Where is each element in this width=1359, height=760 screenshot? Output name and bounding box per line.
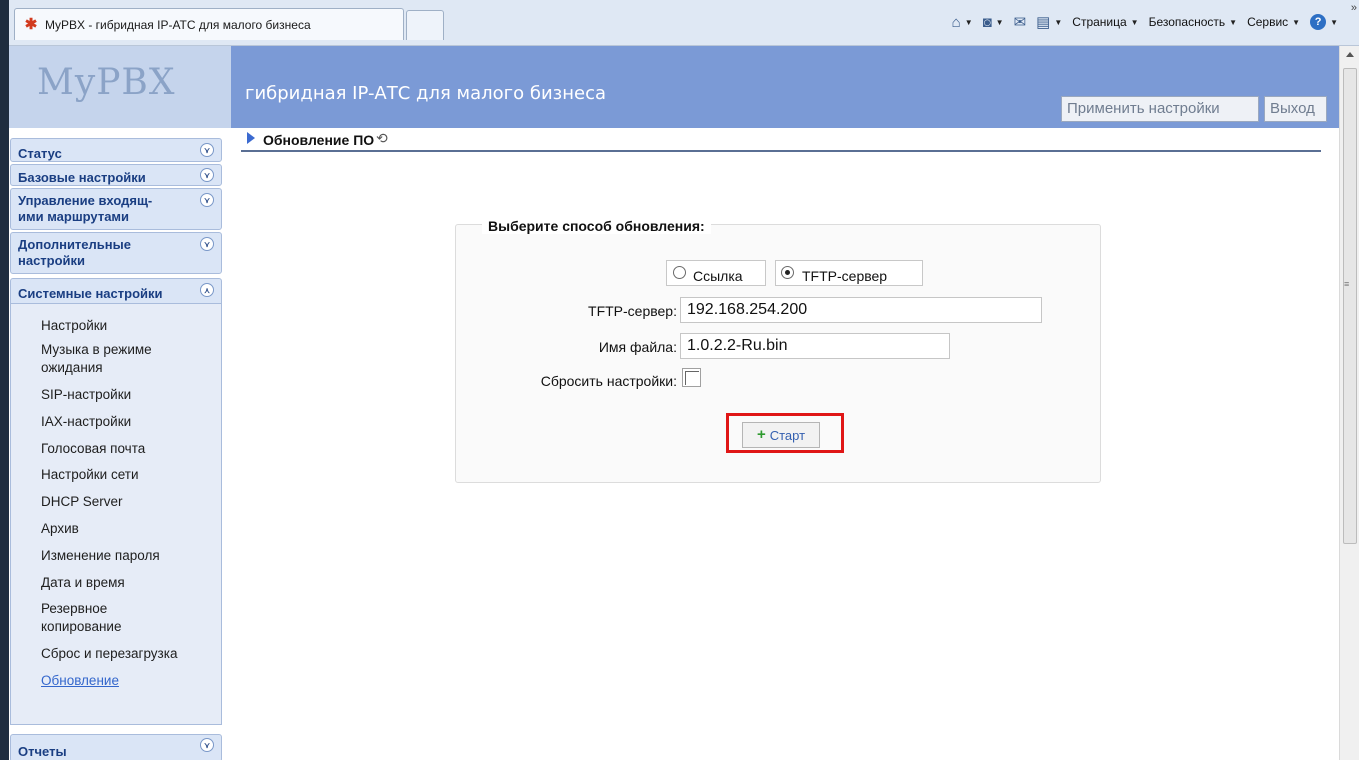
sidebar-item-backup[interactable]: копирование <box>41 618 121 635</box>
favicon-icon: ✱ <box>24 15 38 33</box>
sidebar-section-system[interactable]: Системные настройки ⋏ <box>10 278 222 304</box>
sidebar-section-label: Управление входящ- <box>18 193 153 208</box>
panel-title: Выберите способ обновления: <box>482 218 711 234</box>
arrow-right-icon <box>247 132 255 144</box>
print-icon: ▤ <box>1036 14 1051 31</box>
sidebar-item-dhcp[interactable]: DHCP Server <box>41 493 123 510</box>
sidebar-section-advanced[interactable]: Дополнительные настройки ⋎ <box>10 232 222 274</box>
scrollbar-thumb[interactable] <box>1343 68 1357 544</box>
sidebar-item-music-on-hold[interactable]: Музыка в режиме <box>41 341 152 358</box>
rss-icon: ◙ <box>982 13 992 31</box>
sidebar-section-status[interactable]: Статус ⋎ <box>10 138 222 162</box>
sidebar-section-label: Базовые настройки <box>18 170 146 185</box>
scroll-up-icon[interactable] <box>1346 52 1354 57</box>
sidebar-section-basic[interactable]: Базовые настройки ⋎ <box>10 164 222 186</box>
page-title: Обновление ПО <box>263 132 375 148</box>
tftp-server-input[interactable]: 192.168.254.200 <box>680 297 1042 323</box>
home-button[interactable]: ⌂ ▼ <box>947 12 978 32</box>
help-button[interactable]: ? ▼ <box>1305 12 1343 32</box>
mail-button[interactable]: ✉ <box>1009 12 1032 32</box>
app-header: MyPBX гибридная IP-АТС для малого бизнес… <box>9 46 1339 128</box>
radio-link-label: Ссылка <box>693 268 743 284</box>
menu-tools[interactable]: Сервис ▼ <box>1242 12 1305 32</box>
sidebar-section-label: Статус <box>18 146 62 161</box>
tab-title: MyPBX - гибридная IP-АТС для малого бизн… <box>45 17 311 32</box>
menu-tools-label: Сервис <box>1247 15 1289 29</box>
feeds-button[interactable]: ◙ ▼ <box>978 12 1009 32</box>
sidebar-section-label: Отчеты <box>18 744 67 759</box>
browser-toolbar: ✱ MyPBX - гибридная IP-АТС для малого би… <box>0 0 1359 46</box>
home-icon: ⌂ <box>951 13 961 31</box>
window-edge <box>0 46 9 760</box>
new-tab-button[interactable] <box>406 10 444 40</box>
file-name-input[interactable]: 1.0.2.2-Ru.bin <box>680 333 950 359</box>
tftp-server-label: TFTP-сервер: <box>588 303 677 319</box>
browser-tab[interactable]: ✱ MyPBX - гибридная IP-АТС для малого би… <box>14 8 404 40</box>
sidebar-item-music-on-hold[interactable]: ожидания <box>41 359 103 376</box>
menu-safety-label: Безопасность <box>1148 15 1226 29</box>
breadcrumb: Обновление ПО ⟲ <box>241 130 1321 152</box>
start-button[interactable]: + Старт <box>742 422 820 448</box>
sidebar-item-settings[interactable]: Настройки <box>41 317 107 334</box>
logo-text: MyPBX <box>37 62 176 103</box>
radio-link[interactable] <box>673 266 686 279</box>
plus-icon: + <box>756 426 766 443</box>
radio-tftp[interactable] <box>781 266 794 279</box>
chevron-down-icon: ▼ <box>964 17 973 27</box>
expand-icon[interactable]: ⋎ <box>200 237 214 251</box>
chevron-down-icon: ▼ <box>1054 17 1063 27</box>
sidebar-item-reset-reboot[interactable]: Сброс и перезагрузка <box>41 645 177 662</box>
refresh-icon[interactable]: ⟲ <box>376 130 388 147</box>
sidebar-section-label: Дополнительные <box>18 237 131 252</box>
chevron-down-icon: ▼ <box>1292 17 1301 27</box>
print-button[interactable]: ▤ ▼ <box>1031 12 1067 32</box>
overflow-chevron[interactable]: » <box>1351 2 1357 14</box>
sidebar-item-network[interactable]: Настройки сети <box>41 466 138 483</box>
chevron-down-icon: ▼ <box>1229 17 1238 27</box>
logo[interactable]: MyPBX <box>9 46 231 128</box>
menu-page-label: Страница <box>1072 15 1127 29</box>
chevron-down-icon: ▼ <box>1330 17 1338 27</box>
sidebar-item-update[interactable]: Обновление <box>41 672 119 689</box>
reset-settings-label: Сбросить настройки: <box>540 373 677 389</box>
chevron-down-icon: ▼ <box>995 17 1004 27</box>
collapse-icon[interactable]: ⋏ <box>200 283 214 297</box>
mail-icon: ✉ <box>1013 14 1027 31</box>
sidebar-item-sip[interactable]: SIP-настройки <box>41 386 131 403</box>
sidebar-section-label: Системные настройки <box>18 286 163 301</box>
chevron-down-icon: ▼ <box>1130 17 1139 27</box>
sidebar-section-inbound-routes[interactable]: Управление входящ- ими маршрутами ⋎ <box>10 188 222 230</box>
file-name-label: Имя файла: <box>598 339 677 355</box>
sidebar-item-change-password[interactable]: Изменение пароля <box>41 547 160 564</box>
sidebar-item-archive[interactable]: Архив <box>41 520 79 537</box>
sidebar-item-voicemail[interactable]: Голосовая почта <box>41 440 145 457</box>
radio-tftp-label: TFTP-сервер <box>802 268 888 284</box>
reset-settings-checkbox[interactable] <box>682 368 701 387</box>
help-icon: ? <box>1310 14 1327 30</box>
sidebar-item-iax[interactable]: IAX-настройки <box>41 413 131 430</box>
sidebar-section-label: настройки <box>18 253 86 268</box>
sidebar-section-reports[interactable]: Отчеты ⋎ <box>10 734 222 760</box>
sidebar-item-backup[interactable]: Резервное <box>41 600 107 617</box>
start-button-label: Старт <box>769 427 806 443</box>
vertical-scrollbar[interactable]: ≡ <box>1339 46 1359 760</box>
grip-icon: ≡ <box>1344 279 1350 289</box>
expand-icon[interactable]: ⋎ <box>200 193 214 207</box>
sidebar-item-date-time[interactable]: Дата и время <box>41 574 125 591</box>
expand-icon[interactable]: ⋎ <box>200 738 214 752</box>
system-settings-menu: Настройки Музыка в режиме ожидания SIP-н… <box>10 304 222 725</box>
menu-page[interactable]: Страница ▼ <box>1067 12 1143 32</box>
expand-icon[interactable]: ⋎ <box>200 143 214 157</box>
logout-button[interactable]: Выход <box>1264 96 1327 122</box>
page-content: MyPBX гибридная IP-АТС для малого бизнес… <box>9 46 1339 760</box>
sidebar-section-label: ими маршрутами <box>18 209 130 224</box>
menu-safety[interactable]: Безопасность ▼ <box>1144 12 1242 32</box>
apply-settings-button[interactable]: Применить настройки <box>1061 96 1259 122</box>
command-bar: ⌂ ▼ ◙ ▼ ✉ ▤ ▼ Страница ▼ Безопасность ▼ Серви… <box>947 12 1343 32</box>
expand-icon[interactable]: ⋎ <box>200 168 214 182</box>
sidebar: Статус ⋎ Базовые настройки ⋎ Управление … <box>9 128 231 760</box>
app-slogan: гибридная IP-АТС для малого бизнеса <box>245 83 606 104</box>
window-edge <box>0 0 9 46</box>
